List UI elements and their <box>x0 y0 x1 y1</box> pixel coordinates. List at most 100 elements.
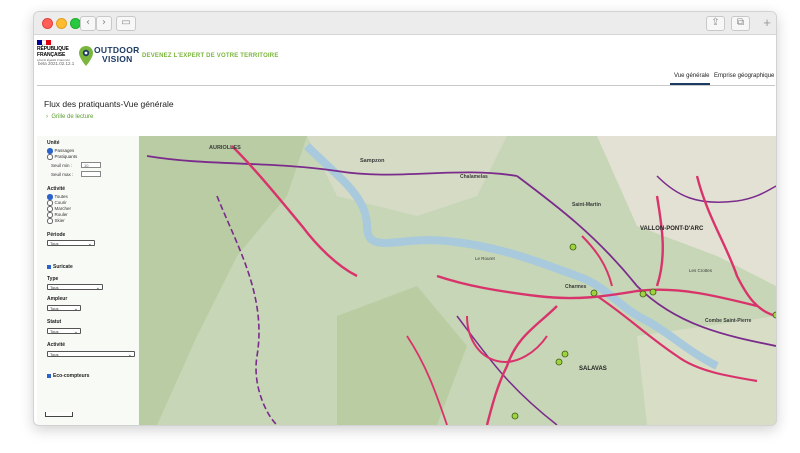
unite-option-passages[interactable]: Passages <box>47 148 74 154</box>
radio-rouler[interactable] <box>47 212 53 218</box>
grille-de-lecture-link[interactable]: › Grille de lecture <box>46 114 93 120</box>
map-label-vallon: VALLON-PONT-D'ARC <box>640 226 704 232</box>
map-label-saint-martin: Saint-Martin <box>572 202 601 208</box>
tab-vue-generale[interactable]: Vue générale <box>674 73 709 79</box>
courir-label: Courir <box>54 200 67 205</box>
eco-counter-3[interactable] <box>639 290 647 298</box>
brand-line2: VISION <box>102 54 133 64</box>
seuil-min-label: Seuil min : <box>51 163 73 168</box>
close-window-button[interactable] <box>42 18 53 29</box>
ampleur-value: Tous <box>50 306 59 311</box>
statut-select[interactable]: Tous ⌄ <box>47 328 81 335</box>
chevron-right-icon: › <box>46 114 48 120</box>
grille-label: Grille de lecture <box>51 114 94 120</box>
pratiquants-label: Pratiquants <box>54 154 78 159</box>
chevron-down-icon: ⌄ <box>87 241 92 247</box>
periode-label: Période <box>47 232 66 238</box>
radio-marcher[interactable] <box>47 206 53 212</box>
eco-counter-5[interactable] <box>772 311 776 319</box>
statut-label: Statut <box>47 319 62 325</box>
eco-counter-7[interactable] <box>555 358 563 366</box>
new-tab-icon[interactable]: + <box>760 16 774 30</box>
activite-option-marcher[interactable]: Marcher <box>47 206 71 212</box>
chevron-down-icon: ⌄ <box>73 329 78 335</box>
app-header: RÉPUBLIQUE FRANÇAISE Liberté Égalité Fra… <box>34 35 776 81</box>
outdoor-vision-pin-icon <box>79 46 93 66</box>
ampleur-select[interactable]: Tous ⌄ <box>47 305 81 312</box>
eco-counter-2[interactable] <box>590 289 598 297</box>
map-label-le-rouret: Le Rouret <box>475 256 495 261</box>
share-icon[interactable]: ⇪ <box>706 16 725 31</box>
french-flag-icon <box>37 40 52 45</box>
radio-pratiquants[interactable] <box>47 154 53 160</box>
brand-name: OUTDOOR VISION <box>94 46 140 64</box>
eco-counter-1[interactable] <box>569 243 577 251</box>
chevron-down-icon: ⌄ <box>73 306 78 312</box>
eco-compteurs-checkbox[interactable] <box>47 373 51 378</box>
passages-label: Passages <box>54 148 75 153</box>
map-label-chalamelas: Chalamelas <box>460 174 488 180</box>
eco-counter-8[interactable] <box>511 412 519 420</box>
activite-option-skier[interactable]: Skier <box>47 218 65 224</box>
chevron-down-icon: ⌄ <box>127 352 132 358</box>
periode-value: Tous <box>50 241 59 246</box>
eco-compteurs-toggle[interactable]: Eco-compteurs <box>47 373 89 379</box>
radio-courir[interactable] <box>47 200 53 206</box>
filters-panel: Unité Passages Pratiquants Seuil min : 1… <box>37 136 139 425</box>
activite-label: Activité <box>47 186 66 192</box>
unite-label: Unité <box>47 140 60 146</box>
eco-counter-4[interactable] <box>649 288 657 296</box>
suricate-label: Suricate <box>53 264 73 270</box>
chevron-down-icon: ⌄ <box>95 285 100 291</box>
activite2-value: Tous <box>50 352 59 357</box>
tab-emprise-geographique[interactable]: Emprise géographique <box>714 73 774 79</box>
sidebar-toggle-icon[interactable]: ▭ <box>116 16 136 31</box>
header-divider <box>37 85 775 86</box>
version-label: beta 2021.02.12.1 <box>38 61 75 66</box>
activite2-select[interactable]: Tous ⌄ <box>47 351 135 358</box>
radio-skier[interactable] <box>47 218 53 224</box>
type-value: Tous <box>50 285 59 290</box>
type-select[interactable]: Tous ⌄ <box>47 284 103 291</box>
map-label-sampzon: Sampzon <box>360 158 385 164</box>
map-view[interactable]: AURIOLLES Sampzon Chalamelas Saint-Marti… <box>37 136 776 425</box>
ampleur-label: Ampleur <box>47 296 68 302</box>
marcher-label: Marcher <box>54 206 72 211</box>
minimize-window-button[interactable] <box>56 18 67 29</box>
skier-label: Skier <box>54 218 65 223</box>
brand-tagline: DEVENEZ L'EXPERT DE VOTRE TERRITOIRE <box>142 53 279 59</box>
toutes-label: Toutes <box>54 194 68 199</box>
type-label: Type <box>47 276 59 282</box>
seuil-min-input[interactable]: 10 <box>81 162 101 168</box>
tabs-overview-icon[interactable]: ⧉ <box>731 16 750 31</box>
map-canvas[interactable] <box>37 136 776 425</box>
radio-passages[interactable] <box>47 148 53 154</box>
seuil-max-label: Seuil max : <box>51 172 74 177</box>
eco-counter-6[interactable] <box>561 350 569 358</box>
map-scale-bar <box>45 412 73 417</box>
statut-value: Tous <box>50 329 59 334</box>
title-bar: ‹ › ▭ ⇪ ⧉ + <box>34 12 776 35</box>
map-label-salavas: SALAVAS <box>579 366 607 372</box>
rouler-label: Rouler <box>54 212 68 217</box>
map-label-les-crottes: Les Crottes <box>689 268 713 273</box>
radio-toutes[interactable] <box>47 194 53 200</box>
periode-select[interactable]: Tous ⌄ <box>47 240 95 247</box>
forward-icon[interactable]: › <box>96 16 112 31</box>
unite-option-pratiquants[interactable]: Pratiquants <box>47 154 77 160</box>
activite2-label: Activité <box>47 342 66 348</box>
map-label-combe-saint-pierre: Combe Saint-Pierre <box>705 318 752 324</box>
page-title: Flux des pratiquants-Vue générale <box>44 99 174 109</box>
suricate-toggle[interactable]: Suricate <box>47 264 73 270</box>
suricate-checkbox[interactable] <box>47 264 51 269</box>
activite-option-rouler[interactable]: Rouler <box>47 212 68 218</box>
browser-window: ‹ › ▭ ⇪ ⧉ + RÉPUBLIQUE FRANÇAISE Liberté… <box>33 11 777 426</box>
back-icon[interactable]: ‹ <box>80 16 96 31</box>
eco-compteurs-label: Eco-compteurs <box>53 373 90 379</box>
activite-option-courir[interactable]: Courir <box>47 200 67 206</box>
republique-francaise-logo: RÉPUBLIQUE FRANÇAISE Liberté Égalité Fra… <box>37 40 73 63</box>
map-label-charmes: Charmes <box>565 284 587 290</box>
map-label-auriolles: AURIOLLES <box>209 145 241 151</box>
activite-option-toutes[interactable]: Toutes <box>47 194 68 200</box>
seuil-max-input[interactable] <box>81 171 101 177</box>
